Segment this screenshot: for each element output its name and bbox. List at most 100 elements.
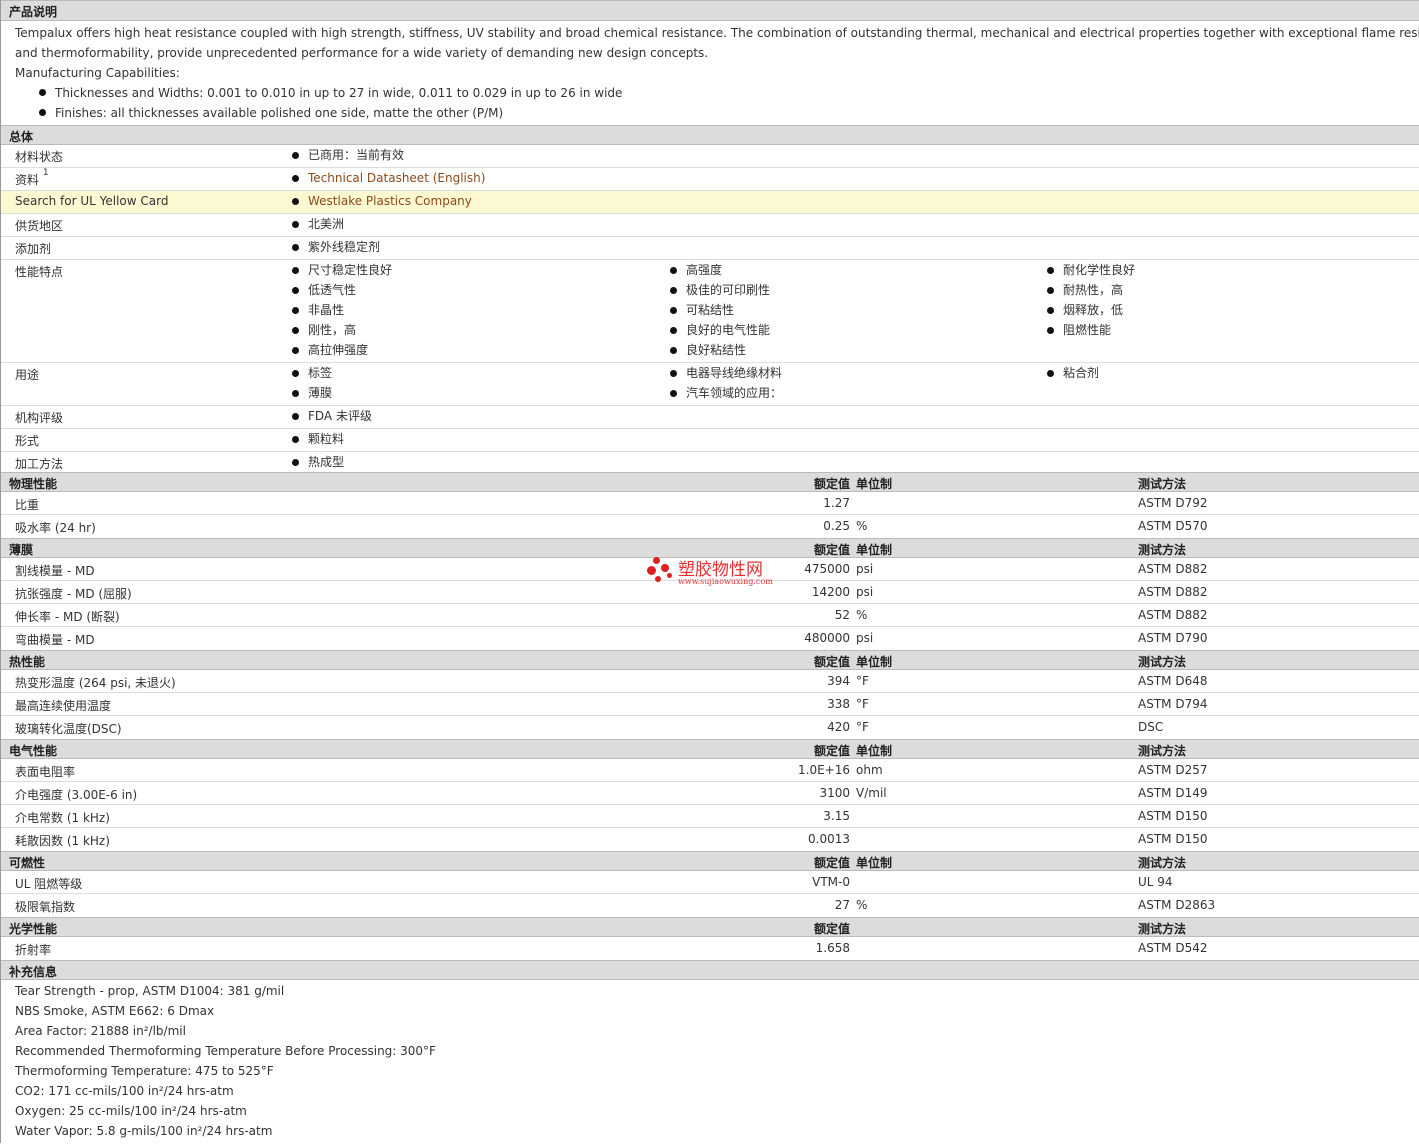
- row-label: 添加剂: [15, 242, 52, 256]
- section-header-general: 总体: [1, 125, 1419, 145]
- logo-dot-icon: [655, 576, 661, 582]
- property-unit: psi: [856, 585, 874, 599]
- property-value: 394: [827, 674, 850, 688]
- row-label: 形式: [15, 434, 40, 448]
- bullet-icon: [292, 175, 299, 182]
- section-title: 热性能: [9, 655, 46, 669]
- nominal-header: 额定值: [813, 655, 850, 669]
- test-header: 测试方法: [1138, 543, 1187, 557]
- property-value: 420: [827, 720, 850, 734]
- row-process: 加工方法 热成型: [1, 452, 1419, 472]
- table-row: 耗散因数 (1 kHz) 0.0013 ASTM D150: [1, 828, 1419, 851]
- table-row: 折射率 1.658 ASTM D542: [1, 937, 1419, 960]
- bullet-icon: [1047, 370, 1054, 377]
- table-row: 弯曲模量 - MD 480000 psi ASTM D790: [1, 627, 1419, 650]
- table-row: 极限氧指数 27% ASTM D2863: [1, 894, 1419, 917]
- property-label: 热变形温度 (264 psi, 未退火): [15, 676, 176, 690]
- bullet-icon: [292, 307, 299, 314]
- list-item: 可粘结性: [670, 303, 770, 323]
- table-row: 最高连续使用温度 338 °F ASTM D794: [1, 693, 1419, 716]
- property-unit: °F: [856, 674, 869, 688]
- test-method: ASTM D790: [1138, 631, 1208, 645]
- bullet-icon: [292, 436, 299, 443]
- section-title: 总体: [9, 130, 34, 144]
- row-documents: 资料 1 Technical Datasheet (English): [1, 168, 1419, 191]
- list-item: Thicknesses and Widths: 0.001 to 0.010 i…: [15, 83, 1419, 103]
- features-col-2: 高强度 极佳的可印刷性 可粘结性 良好的电气性能 良好粘结性: [670, 263, 770, 363]
- property-label: UL 阻燃等级: [15, 877, 83, 891]
- test-method: ASTM D2863: [1138, 898, 1216, 912]
- logo-dot-icon: [653, 557, 660, 564]
- list-item: 极佳的可印刷性: [670, 283, 770, 303]
- section-header-thermal: 热性能 额定值 单位制 测试方法: [1, 650, 1419, 670]
- unit-header: 单位制: [856, 543, 893, 557]
- property-value: 480000: [804, 631, 850, 645]
- logo-dot-icon: [647, 566, 656, 575]
- section-header-electrical: 电气性能 额定值 单位制 测试方法: [1, 739, 1419, 759]
- test-method: UL 94: [1138, 875, 1173, 889]
- bullet-icon: [670, 390, 677, 397]
- row-ul-yellow-card: Search for UL Yellow Card Westlake Plast…: [1, 191, 1419, 214]
- section-header-flammability: 可燃性 额定值 单位制 测试方法: [1, 851, 1419, 871]
- property-label: 弯曲模量 - MD: [15, 633, 95, 647]
- row-value: 紫外线稳定剂: [308, 240, 381, 254]
- row-material-status: 材料状态 已商用：当前有效: [1, 145, 1419, 168]
- table-row: 表面电阻率 1.0E+16 ohm ASTM D257: [1, 759, 1419, 782]
- nominal-header: 额定值: [813, 477, 850, 491]
- section-title: 薄膜: [9, 543, 34, 557]
- property-value: 1.0E+16: [798, 763, 850, 777]
- nominal-header: 额定值: [813, 922, 850, 936]
- supplement-line: NBS Smoke, ASTM E662: 6 Dmax: [15, 1004, 215, 1018]
- section-title: 物理性能: [9, 477, 58, 491]
- ul-search-link[interactable]: Search for UL Yellow Card: [15, 194, 168, 208]
- supplier-link[interactable]: Westlake Plastics Company: [308, 194, 472, 208]
- property-label: 最高连续使用温度: [15, 699, 112, 713]
- bullet-icon: [292, 390, 299, 397]
- list-item: 耐化学性良好: [1047, 263, 1135, 283]
- supplement-line: Oxygen: 25 cc-mils/100 in²/24 hrs-atm: [15, 1104, 247, 1118]
- table-row: 热变形温度 (264 psi, 未退火) 394 °F ASTM D648: [1, 670, 1419, 693]
- bullet-icon: [292, 244, 299, 251]
- list-item: 良好粘结性: [670, 343, 770, 363]
- nominal-header: 额定值: [813, 856, 850, 870]
- test-header: 测试方法: [1138, 655, 1187, 669]
- features-col-1: 尺寸稳定性良好 低透气性 非晶性 刚性，高 高拉伸强度: [292, 263, 392, 363]
- row-label: 材料状态: [15, 150, 64, 164]
- bullet-icon: [292, 221, 299, 228]
- datasheet-link[interactable]: Technical Datasheet (English): [308, 171, 485, 185]
- watermark-logo: 塑胶物性网 www.sujiaowuxing.com: [647, 555, 777, 589]
- property-value: 0.0013: [808, 832, 850, 846]
- bullet-icon: [670, 307, 677, 314]
- property-label: 介电常数 (1 kHz): [15, 811, 110, 825]
- table-row: 伸长率 - MD (断裂) 52% ASTM D882: [1, 604, 1419, 627]
- logo-dot-icon: [667, 573, 672, 578]
- row-label: 用途: [15, 368, 40, 382]
- nominal-header: 额定值: [813, 744, 850, 758]
- property-label: 耗散因数 (1 kHz): [15, 834, 110, 848]
- list-item: Finishes: all thicknesses available poli…: [15, 103, 1419, 123]
- datasheet: 产品说明 Tempalux offers high heat resistanc…: [0, 0, 1419, 1143]
- property-value: 52: [834, 608, 850, 622]
- capabilities-label: Manufacturing Capabilities:: [15, 66, 180, 80]
- row-region: 供货地区 北美洲: [1, 214, 1419, 237]
- bullet-icon: [1047, 307, 1054, 314]
- property-value: 338: [827, 697, 850, 711]
- test-method: ASTM D257: [1138, 763, 1208, 777]
- bullet-icon: [670, 327, 677, 334]
- bullet-icon: [292, 327, 299, 334]
- supplement-line: Water Vapor: 5.8 g-mils/100 in²/24 hrs-a…: [15, 1124, 273, 1138]
- row-label: 性能特点: [15, 265, 64, 279]
- property-label: 伸长率 - MD (断裂): [15, 610, 120, 624]
- property-unit: ohm: [856, 763, 883, 777]
- supplement-line: CO2: 171 cc-mils/100 in²/24 hrs-atm: [15, 1084, 234, 1098]
- row-label: 加工方法: [15, 457, 64, 471]
- bullet-icon: [292, 267, 299, 274]
- property-unit: °F: [856, 697, 869, 711]
- row-form: 形式 颗粒料: [1, 429, 1419, 452]
- property-label: 吸水率 (24 hr): [15, 521, 96, 535]
- list-item: 良好的电气性能: [670, 323, 770, 343]
- bullet-icon: [670, 347, 677, 354]
- property-value: 14200: [811, 585, 850, 599]
- test-method: ASTM D794: [1138, 697, 1208, 711]
- row-label: 资料 1: [15, 168, 49, 187]
